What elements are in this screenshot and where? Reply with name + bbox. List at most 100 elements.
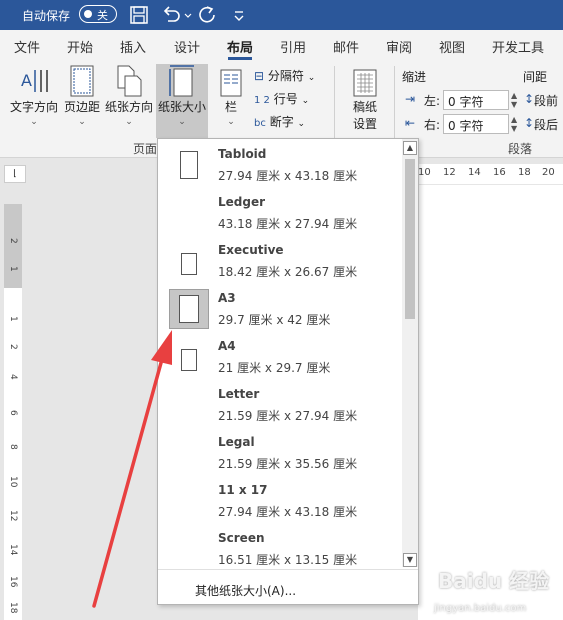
spacing-after-label: 段后 [534,118,559,132]
ruler-tick: 18 [518,167,531,178]
page-icon [179,295,199,323]
margins-label: 页边距 [63,100,100,114]
paper-size-item-legal[interactable]: Legal 21.59 厘米 x 35.56 厘米 [158,427,402,475]
ruler-tick: 14 [8,544,18,556]
scrollbar-thumb[interactable] [405,159,415,319]
tab-view[interactable]: 视图 [439,37,465,56]
tab-home[interactable]: 开始 [67,37,93,56]
paper-size-name: Executive [218,243,284,257]
chevron-down-icon: ⌄ [301,96,310,106]
ruler-tick: 12 [8,510,18,522]
ruler-tick: 10 [8,476,18,488]
paper-thumb-wrap [169,337,209,377]
tab-review[interactable]: 审阅 [386,37,412,56]
indent-left-label: 左: [424,94,441,108]
redo-icon[interactable] [196,4,218,26]
document-page[interactable] [418,185,563,620]
paper-size-item-a4[interactable]: A4 21 厘米 x 29.7 厘米 [158,331,402,379]
spacing-after-icon: ↕ [524,116,535,130]
watermark-sub: jingyan.baidu.com [434,603,527,614]
columns-button[interactable]: 栏 ⌄ [214,68,248,136]
spacing-label: 间距 [523,70,548,84]
paper-size-dims: 21 厘米 x 29.7 厘米 [218,361,331,375]
tab-selector-icon[interactable]: ⌊ [4,165,26,183]
indent-right-label: 右: [424,118,441,132]
scroll-up-icon[interactable]: ▲ [403,141,417,155]
tab-developer[interactable]: 开发工具 [492,37,544,56]
save-icon[interactable] [128,4,150,26]
horizontal-ruler[interactable]: 10 12 14 16 18 20 [408,164,563,184]
tab-file[interactable]: 文件 [14,37,40,56]
manuscript-settings-button[interactable]: 稿纸 设置 [343,68,387,138]
more-paper-sizes-item[interactable]: 其他纸张大小(A)... [195,582,296,599]
paper-size-dims: 29.7 厘米 x 42 厘米 [218,313,331,327]
indent-left-icon: ⇥ [405,92,416,106]
ruler-tick: 2 [8,238,18,244]
tab-layout[interactable]: 布局 [227,37,253,56]
ruler-tick: 8 [8,444,18,450]
text-direction-label: 文字方向 [9,100,58,114]
undo-dropdown-icon[interactable] [183,4,193,26]
autosave-label: 自动保存 [22,9,71,23]
hyphenation-button[interactable]: bc 断字 ⌄ [254,113,305,130]
line-numbers-button[interactable]: 1 2 行号 ⌄ [254,90,309,107]
paper-size-name: Screen [218,531,265,545]
paper-size-dropdown: Tabloid 27.94 厘米 x 43.18 厘米 Ledger 43.18… [157,138,419,605]
paper-size-name: 11 x 17 [218,483,268,497]
title-bar: 自动保存 关 [0,0,563,30]
paper-size-item-executive[interactable]: Executive 18.42 厘米 x 26.67 厘米 [158,235,402,283]
paper-size-item-11x17[interactable]: 11 x 17 27.94 厘米 x 43.18 厘米 [158,475,402,523]
paper-size-item-letter[interactable]: Letter 21.59 厘米 x 27.94 厘米 [158,379,402,427]
vertical-ruler[interactable]: 2 1 1 2 4 6 8 10 12 14 16 18 [4,204,22,620]
indent-right-spinner-icon[interactable]: ▲ ▼ [511,115,517,133]
autosave-toggle[interactable]: 关 [79,5,117,23]
tab-mailings[interactable]: 邮件 [333,37,359,56]
text-direction-button[interactable]: A 文字方向 ⌄ [6,64,62,136]
paper-size-dims: 21.59 厘米 x 27.94 厘米 [218,409,358,423]
ruler-tick: 6 [8,410,18,416]
dropdown-scrollbar[interactable]: ▲ ▼ [402,139,418,567]
spacing-before-icon: ↕ [524,92,535,106]
orientation-icon [117,65,142,97]
paper-size-dims: 18.42 厘米 x 26.67 厘米 [218,265,358,279]
page-icon [181,349,197,371]
ruler-margin-area [4,204,22,288]
paper-size-item-ledger[interactable]: Ledger 43.18 厘米 x 27.94 厘米 [158,187,402,235]
breaks-label: 分隔符 [267,69,304,83]
breaks-button[interactable]: ⊟ 分隔符 ⌄ [254,67,315,84]
manuscript-icon [353,69,377,97]
line-numbers-icon: 1 2 [254,95,270,106]
chevron-down-icon: ⌄ [125,117,133,127]
paper-size-item-tabloid[interactable]: Tabloid 27.94 厘米 x 43.18 厘米 [158,139,402,187]
paper-size-dims: 27.94 厘米 x 43.18 厘米 [218,169,358,183]
margins-button[interactable]: 页边距 ⌄ [62,64,102,136]
undo-icon[interactable] [160,4,182,26]
indent-right-icon: ⇤ [405,116,416,130]
tab-design[interactable]: 设计 [174,37,200,56]
ruler-tick: 18 [8,602,18,614]
paper-thumb-wrap [169,241,209,281]
ruler-tick: 1 [8,316,18,322]
paper-size-name: A3 [218,291,236,305]
paper-size-item-screen[interactable]: Screen 16.51 厘米 x 13.15 厘米 [158,523,402,567]
tab-insert[interactable]: 插入 [120,37,146,56]
orientation-button[interactable]: 纸张方向 ⌄ [104,64,154,136]
page-icon [180,151,198,179]
indent-right-input[interactable]: 0 字符 [443,114,509,134]
toggle-knob [84,10,92,18]
paper-size-dims: 43.18 厘米 x 27.94 厘米 [218,217,358,231]
svg-text:A: A [21,71,32,90]
tab-references[interactable]: 引用 [280,37,306,56]
text-direction-icon: A [21,70,48,92]
ruler-tick: 16 [8,576,18,588]
columns-icon [220,69,242,97]
scroll-down-icon[interactable]: ▼ [403,553,417,567]
paper-size-item-a3[interactable]: A3 29.7 厘米 x 42 厘米 [158,283,402,331]
customize-icon[interactable] [228,4,250,26]
indent-left-spinner-icon[interactable]: ▲ ▼ [511,91,517,109]
hyphenation-icon: bc [254,118,266,129]
paper-size-name: Letter [218,387,260,401]
indent-left-input[interactable]: 0 字符 [443,90,509,110]
page-icon [181,253,197,275]
size-button[interactable]: 纸张大小 ⌄ [156,64,208,138]
